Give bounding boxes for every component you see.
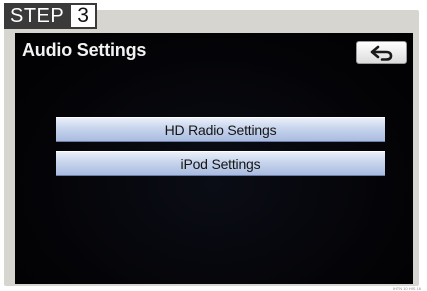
ipod-settings-label: iPod Settings — [180, 155, 261, 172]
back-button[interactable] — [356, 41, 407, 64]
image-code: IHTN 10 HIS 16 — [392, 286, 421, 291]
step-label: STEP — [4, 3, 70, 29]
page-title: Audio Settings — [22, 40, 147, 60]
ipod-settings-button[interactable]: iPod Settings — [56, 151, 385, 176]
step-badge: STEP 3 — [4, 3, 97, 29]
return-arrow-icon — [370, 45, 392, 61]
step-number: 3 — [69, 3, 97, 29]
audio-settings-screen: Audio Settings HD Radio Settings iPod Se… — [15, 33, 413, 284]
hd-radio-settings-label: HD Radio Settings — [164, 121, 277, 138]
manual-page: STEP 3 Audio Settings HD Radio Settings … — [0, 0, 427, 291]
hd-radio-settings-button[interactable]: HD Radio Settings — [56, 117, 385, 142]
